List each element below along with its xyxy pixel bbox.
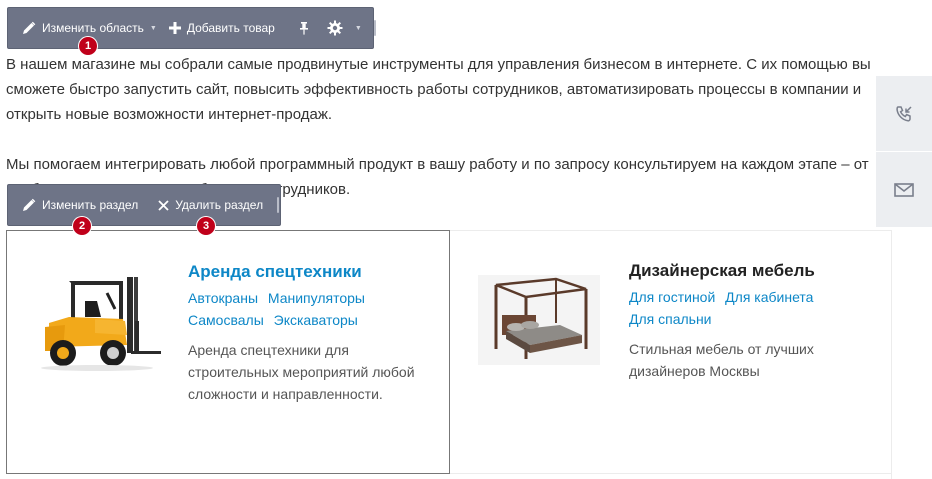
subcategory-link-dump-trucks[interactable]: Самосвалы [188,312,264,328]
contact-side-bar [876,76,932,228]
email-button[interactable] [876,152,932,228]
close-icon [158,199,169,211]
intro-paragraph-1: В нашем магазине мы собрали самые продви… [6,56,871,123]
edit-area-label: Изменить область [42,21,144,35]
category-card-body: Аренда спецтехники Автокраны Манипулятор… [188,261,418,405]
area-admin-toolbar: Изменить область ▼ Добавить товар ▼ [7,7,376,49]
forklift-image[interactable] [35,271,163,371]
category-title-link[interactable]: Дизайнерская мебель [629,260,859,282]
category-description: Стильная мебель от лучших дизайнеров Мос… [629,341,814,379]
pin-icon [299,22,308,35]
category-card-designer-furniture[interactable]: Дизайнерская мебель Для гостиной Для каб… [450,230,892,474]
add-product-label: Добавить товар [186,21,275,35]
pencil-icon [23,21,36,34]
settings-button[interactable]: ▼ [321,8,368,48]
subcategory-links: Для гостиной Для кабинета Для спальни [629,286,859,330]
step-marker-1: 1 [79,37,97,55]
subcategory-link-living-room[interactable]: Для гостиной [629,289,715,305]
category-card-equipment-rental[interactable]: Аренда спецтехники Автокраны Манипулятор… [6,230,450,474]
subcategory-links: Автокраны Манипуляторы Самосвалы Экскава… [188,287,418,331]
toolbar-resize-handle[interactable] [277,197,280,213]
mail-icon [894,182,914,197]
step-marker-2: 2 [73,217,91,235]
category-title-link[interactable]: Аренда спецтехники [188,261,418,283]
subcategory-link-excavators[interactable]: Экскаваторы [274,312,358,328]
gear-icon [327,20,343,36]
toolbar-resize-handle[interactable] [373,20,376,36]
delete-section-label: Удалить раздел [175,198,264,212]
intro-text: В нашем магазине мы собрали самые продви… [6,52,876,202]
chevron-down-icon: ▼ [149,24,157,32]
section-admin-toolbar: Изменить раздел Удалить раздел [7,184,281,226]
plus-icon [168,22,181,34]
category-description: Аренда спецтехники для строительных меро… [188,342,415,402]
add-product-button[interactable]: Добавить товар [163,8,281,48]
subcategory-link-manipulators[interactable]: Манипуляторы [268,290,365,306]
category-card-body: Дизайнерская мебель Для гостиной Для каб… [629,260,859,382]
pin-button[interactable] [293,8,321,48]
step-marker-3: 3 [197,217,215,235]
canopy-bed-image[interactable] [478,275,600,365]
subcategory-link-autocranes[interactable]: Автокраны [188,290,258,306]
edit-section-label: Изменить раздел [42,198,139,212]
subcategory-link-office[interactable]: Для кабинета [725,289,813,305]
pencil-icon [23,198,36,211]
subcategory-link-bedroom[interactable]: Для спальни [629,311,712,327]
chevron-down-icon: ▼ [354,24,362,32]
callback-button[interactable] [876,76,932,152]
phone-callback-icon [896,105,912,122]
